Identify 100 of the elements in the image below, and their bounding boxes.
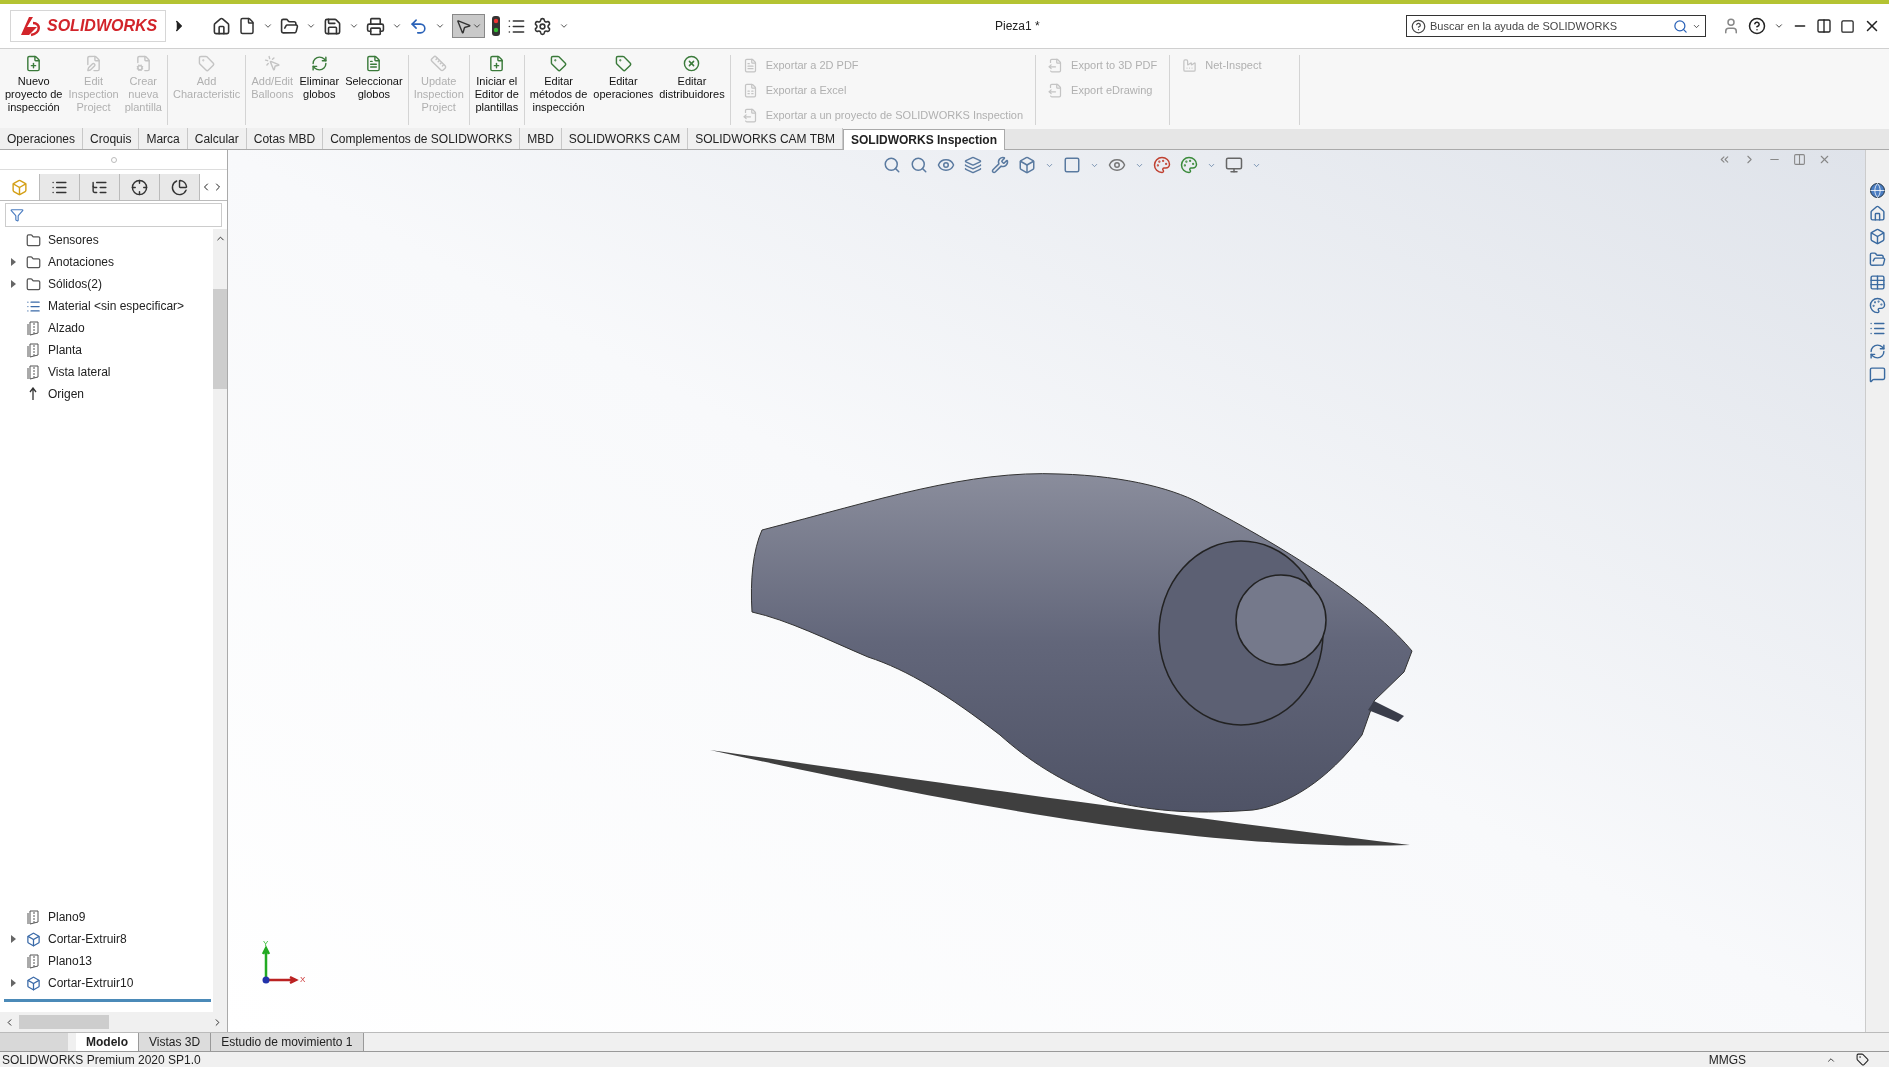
search-input[interactable]: Buscar en la ayuda de SOLIDWORKS [1430, 17, 1669, 35]
ribbon-button[interactable]: Eliminar globos [296, 55, 343, 125]
grip-icon[interactable] [110, 156, 117, 163]
dropdown-icon[interactable] [1774, 21, 1784, 31]
dropdown-icon[interactable] [435, 21, 446, 31]
user-icon[interactable] [1722, 17, 1740, 35]
help-icon[interactable] [1748, 17, 1766, 35]
tree-item[interactable]: Anotaciones [48, 253, 115, 271]
tree-item[interactable]: Sólidos(2) [48, 275, 103, 293]
pointer-icon [455, 17, 473, 35]
ribbon-button[interactable]: Editar operaciones [590, 55, 657, 125]
expand-arrow-icon[interactable] [10, 258, 16, 266]
dropdown-icon[interactable] [559, 21, 570, 31]
edit-appearance-icon[interactable] [1153, 156, 1171, 174]
panel-icon[interactable] [1718, 153, 1731, 166]
bottom-tab[interactable]: Modelo [76, 1033, 139, 1051]
command-tab[interactable]: Cotas MBD [246, 128, 324, 149]
cut-extrude-icon [25, 975, 41, 991]
document-icon [365, 55, 383, 72]
ruler-icon [430, 55, 448, 72]
traffic-light-icon[interactable] [492, 16, 501, 36]
tag-icon [550, 55, 568, 72]
command-tab[interactable]: Croquis [83, 128, 140, 149]
command-tab[interactable]: Marca [139, 128, 188, 149]
appearances-icon[interactable] [1869, 297, 1886, 314]
tree-item[interactable]: Cortar-Extruir8 [48, 930, 127, 948]
tree-item[interactable]: Vista lateral [48, 363, 111, 381]
triad-drawing: Y X [260, 942, 307, 987]
settings-icon[interactable] [533, 16, 553, 36]
restore-icon[interactable] [1793, 153, 1806, 166]
scrollbar-thumb[interactable] [213, 289, 227, 389]
select-button[interactable] [452, 14, 486, 38]
help-search-field[interactable]: Buscar en la ayuda de SOLIDWORKS [1406, 15, 1706, 37]
units-label[interactable]: MMGS [1708, 1050, 1746, 1067]
ribbon-button[interactable]: Seleccionar globos [342, 55, 406, 125]
undo-icon[interactable] [409, 16, 429, 36]
tag-icon [198, 55, 216, 72]
filter-field[interactable] [5, 203, 222, 227]
tree-item[interactable]: Planta [48, 341, 83, 359]
view-orientation-icon[interactable] [1018, 156, 1036, 174]
print-icon[interactable] [366, 16, 386, 36]
dropdown-icon[interactable] [306, 21, 317, 31]
home-icon[interactable] [212, 16, 232, 36]
tree-item[interactable]: Material <sin especificar> [48, 297, 185, 315]
crosshair-icon [131, 178, 148, 196]
tree-item[interactable]: Cortar-Extruir10 [48, 974, 134, 992]
tree-item[interactable]: Alzado [48, 319, 85, 337]
dropdown-icon[interactable] [349, 21, 360, 31]
expand-arrow-icon[interactable] [10, 979, 16, 987]
zoom-to-fit-icon[interactable] [883, 156, 901, 174]
command-tab[interactable]: Calcular [187, 128, 247, 149]
tile-icon[interactable] [1816, 18, 1832, 34]
view-palette-icon[interactable] [1869, 274, 1886, 291]
open-folder-icon[interactable] [280, 16, 300, 36]
manager-tab[interactable] [160, 174, 200, 200]
bottom-tab[interactable]: Estudio de movimiento 1 [211, 1033, 364, 1051]
dropdown-icon[interactable] [392, 21, 403, 31]
dropdown-icon[interactable] [263, 21, 274, 31]
horizontal-scrollbar[interactable] [0, 1012, 227, 1032]
hide-show-icon[interactable] [1108, 156, 1126, 174]
ribbon-button[interactable]: Iniciar el Editor de plantillas [471, 55, 522, 125]
ribbon-button[interactable]: Editar distribuidores [656, 55, 728, 125]
solidworks-logo[interactable]: SOLIDWORKS [10, 10, 167, 42]
globe-icon[interactable] [1869, 182, 1886, 199]
display-settings-icon[interactable] [1225, 156, 1243, 174]
zoom-to-area-icon[interactable] [910, 156, 928, 174]
tag-icon[interactable] [1856, 1053, 1869, 1066]
command-tab[interactable]: SOLIDWORKS Inspection [843, 129, 1006, 150]
forum-icon[interactable] [1869, 366, 1886, 383]
expand-arrow-icon[interactable] [10, 935, 16, 943]
bottom-tab[interactable]: Vistas 3D [139, 1033, 212, 1051]
manager-tab[interactable] [120, 174, 160, 200]
ribbon-button[interactable]: Nuevo proyecto de inspección [2, 55, 66, 125]
file-gear-icon [134, 55, 152, 72]
scene-icon[interactable] [1180, 156, 1198, 174]
refresh-icon [310, 55, 328, 72]
tree-item[interactable]: Origen [48, 385, 85, 403]
tree-item[interactable]: Plano9 [48, 908, 86, 926]
manager-tab[interactable] [40, 174, 80, 200]
command-tab[interactable]: SOLIDWORKS CAM TBM [688, 128, 843, 149]
ribbon-button[interactable]: Editar métodos de inspección [526, 55, 591, 125]
search-icon[interactable] [1673, 18, 1688, 34]
tree-item[interactable]: Sensores [48, 231, 99, 249]
file-explorer-icon[interactable] [1869, 251, 1886, 268]
expand-arrow-icon[interactable] [10, 280, 16, 288]
tree-item[interactable]: Plano13 [48, 952, 93, 970]
command-tab[interactable]: Complementos de SOLIDWORKS [323, 128, 521, 149]
manager-tab[interactable] [80, 174, 120, 200]
command-tab[interactable]: SOLIDWORKS CAM [561, 128, 689, 149]
command-tab[interactable]: MBD [520, 128, 562, 149]
material-icon [25, 298, 41, 314]
scrollbar-thumb[interactable] [19, 1015, 109, 1029]
vertical-scrollbar[interactable] [213, 229, 227, 1012]
new-file-icon[interactable] [238, 17, 257, 35]
section-view-icon[interactable] [964, 156, 982, 174]
ds-logo-icon [19, 15, 43, 37]
plane-icon [27, 364, 39, 380]
save-icon[interactable] [323, 16, 343, 36]
command-tab[interactable]: Operaciones [0, 128, 84, 149]
maximize-icon[interactable] [1840, 18, 1855, 34]
